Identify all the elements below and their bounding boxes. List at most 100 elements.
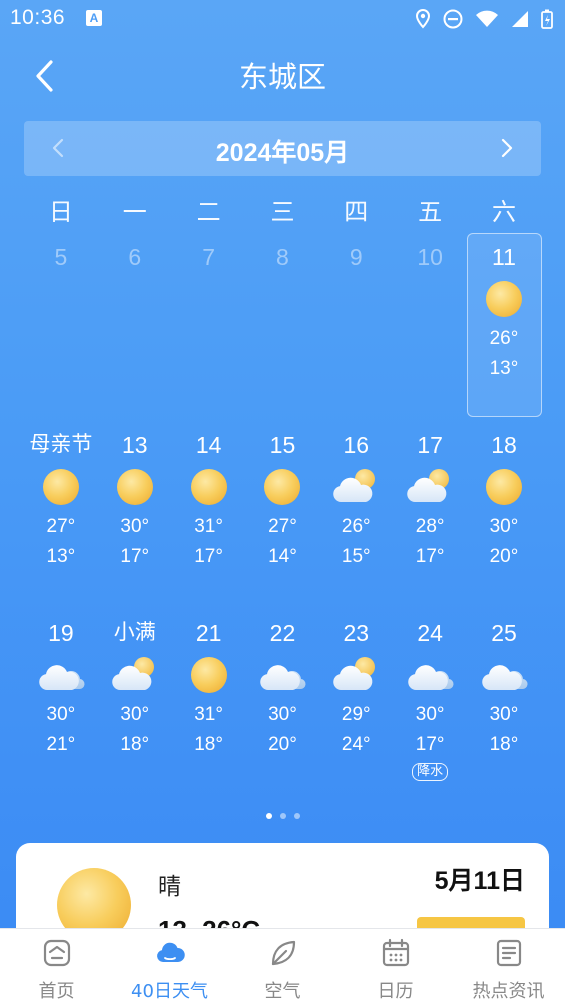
- news-icon: [496, 939, 521, 967]
- day-number: 5: [54, 244, 68, 270]
- page-dot[interactable]: [293, 813, 300, 819]
- month-selector: 2024年05月: [24, 121, 541, 176]
- calendar-day[interactable]: 25 30° 18°: [467, 618, 541, 781]
- high-temp: 29°: [341, 704, 371, 725]
- nav-label: 首页: [38, 981, 75, 1002]
- calendar-day[interactable]: 6: [98, 242, 172, 384]
- calendar-day[interactable]: 14 31° 17°: [172, 430, 246, 572]
- weekday-label: 二: [196, 198, 221, 226]
- low-temp: 15°: [341, 546, 371, 567]
- bottom-nav: 首页 40日天气 空气 日历 热点资讯: [0, 928, 565, 1004]
- battery-icon: [541, 9, 553, 29]
- calendar-day[interactable]: 7: [172, 242, 246, 384]
- nav-label: 空气: [264, 981, 301, 1002]
- calendar-week-row: 5 6 7 8 9 10 11 26° 13°: [24, 242, 541, 384]
- day-number: 11: [492, 244, 516, 270]
- calendar-day[interactable]: 19 30° 21°: [24, 618, 98, 781]
- low-temp: 17°: [194, 546, 223, 567]
- calendar-day[interactable]: 小满 30° 18°: [98, 618, 172, 781]
- low-temp: 20°: [489, 546, 519, 567]
- calendar-day[interactable]: 21 31° 18°: [172, 618, 246, 781]
- low-temp: 13°: [489, 358, 519, 379]
- sun-icon: [258, 466, 306, 508]
- partly-cloudy-icon: [332, 466, 380, 508]
- day-number: 25: [491, 620, 517, 646]
- sun-icon: [37, 466, 85, 508]
- page-title: 东城区: [238, 60, 326, 94]
- home-icon: [43, 939, 70, 967]
- high-temp: 30°: [120, 704, 150, 725]
- day-number: 13: [121, 432, 148, 458]
- weather-condition: 晴: [158, 874, 181, 900]
- calendar-day[interactable]: 5: [24, 242, 98, 384]
- calendar-day[interactable]: 23 29° 24°: [319, 618, 393, 781]
- day-number: 16: [343, 432, 370, 458]
- nav-air[interactable]: 空气: [226, 929, 339, 1004]
- calendar-day[interactable]: 8: [246, 242, 320, 384]
- day-number: 7: [202, 244, 215, 270]
- page-dot[interactable]: [265, 813, 272, 819]
- calendar-icon: [382, 938, 409, 967]
- high-temp: 30°: [489, 704, 519, 725]
- calendar-day[interactable]: 24 30° 17° 降水: [393, 618, 467, 781]
- status-bar: 10:36 A: [0, 0, 565, 38]
- calendar-week-row: 19 30° 21° 小满 30° 18° 21 31° 18° 22 30° …: [24, 618, 541, 781]
- calendar-day-selected[interactable]: 11 26° 13°: [467, 242, 541, 384]
- calendar-week-row: 母亲节 27° 13° 13 30° 17° 14 31° 17° 15 27°…: [24, 430, 541, 572]
- location-icon: [415, 9, 431, 29]
- wifi-icon: [476, 10, 498, 27]
- calendar-day[interactable]: 17 28° 17°: [393, 430, 467, 572]
- day-number: 8: [276, 244, 289, 270]
- day-number: 18: [491, 432, 517, 458]
- calendar-day[interactable]: 18 30° 20°: [467, 430, 541, 572]
- calendar-day[interactable]: 15 27° 14°: [246, 430, 320, 572]
- notification-icon: A: [86, 10, 102, 26]
- partly-cloudy-icon: [406, 466, 454, 508]
- low-temp: 18°: [120, 734, 150, 755]
- low-temp: 24°: [341, 734, 371, 755]
- sun-icon: [111, 466, 159, 508]
- low-temp: 20°: [268, 734, 297, 755]
- nav-label: 日历: [377, 981, 414, 1002]
- high-temp: 30°: [120, 516, 150, 537]
- weekday-label: 日: [48, 198, 73, 226]
- low-temp: 21°: [46, 734, 76, 755]
- high-temp: 31°: [194, 516, 223, 537]
- high-temp: 31°: [194, 704, 223, 725]
- calendar-day[interactable]: 22 30° 20°: [246, 618, 320, 781]
- high-temp: 30°: [489, 516, 519, 537]
- leaf-icon: [271, 940, 295, 966]
- detail-date: 5月11日: [434, 867, 525, 895]
- nav-40day[interactable]: 40日天气: [113, 929, 226, 1004]
- high-temp: 30°: [268, 704, 297, 725]
- calendar-day[interactable]: 10: [393, 242, 467, 384]
- nav-news[interactable]: 热点资讯: [452, 929, 565, 1004]
- weekday-label: 三: [270, 198, 295, 226]
- weekday-label: 四: [344, 198, 369, 226]
- cloudy-icon: [37, 654, 85, 696]
- nav-home[interactable]: 首页: [0, 929, 113, 1004]
- day-number: 6: [128, 244, 142, 270]
- sun-icon: [480, 278, 528, 320]
- day-number: 17: [417, 432, 443, 458]
- calendar-day[interactable]: 16 26° 15°: [319, 430, 393, 572]
- sun-icon: [185, 466, 233, 508]
- cloudy-icon: [258, 654, 306, 696]
- nav-calendar[interactable]: 日历: [339, 929, 452, 1004]
- day-number: 22: [269, 620, 296, 646]
- low-temp: 17°: [415, 546, 445, 567]
- next-month-button[interactable]: [487, 128, 527, 168]
- calendar-day[interactable]: 母亲节 27° 13°: [24, 430, 98, 572]
- low-temp: 18°: [194, 734, 223, 755]
- page-dot[interactable]: [279, 813, 286, 819]
- low-temp: 13°: [46, 546, 76, 567]
- calendar-day[interactable]: 9: [319, 242, 393, 384]
- weekday-label: 一: [122, 198, 147, 226]
- weekday-label: 五: [418, 198, 443, 226]
- day-number: 9: [349, 244, 363, 270]
- solar-term-label: 小满: [113, 621, 156, 644]
- sun-icon: [480, 466, 528, 508]
- calendar-day[interactable]: 13 30° 17°: [98, 430, 172, 572]
- partly-cloudy-icon: [111, 654, 159, 696]
- status-icons: [415, 8, 553, 30]
